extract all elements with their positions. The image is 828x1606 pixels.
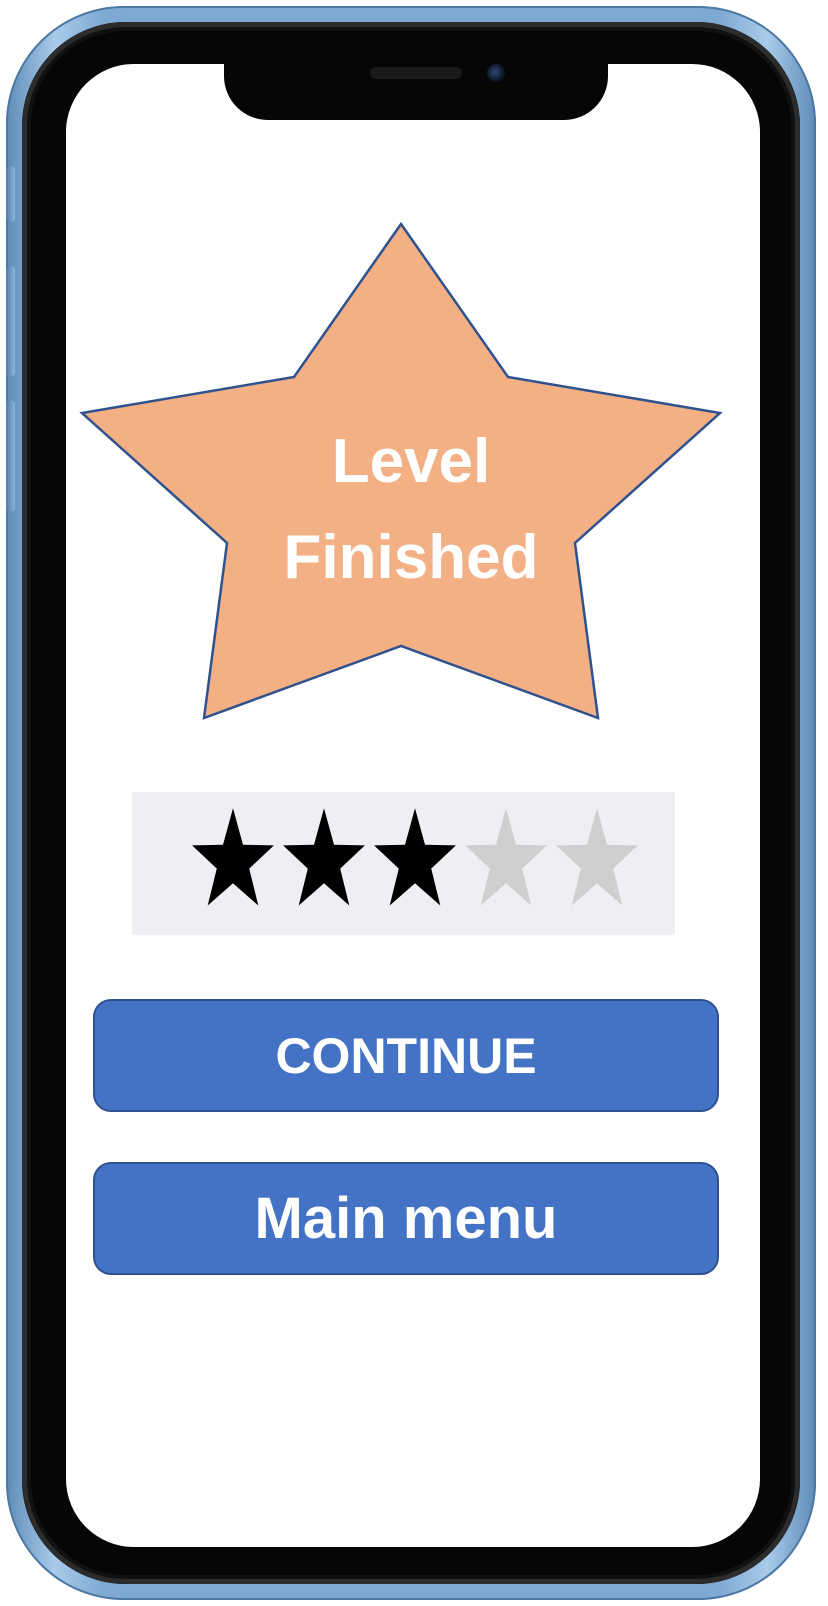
phone-screen: Level Finished CONTINUE Main menu	[66, 64, 760, 1547]
filled-star-icon	[192, 808, 274, 906]
filled-star-icon	[283, 808, 365, 906]
silent-switch	[6, 166, 15, 222]
main-menu-button[interactable]: Main menu	[93, 1162, 719, 1275]
title-line-2: Finished	[283, 523, 539, 592]
star-rating	[132, 792, 675, 935]
empty-star-icon	[556, 808, 638, 906]
level-finished-title: Level Finished	[261, 414, 561, 606]
star-rating-icons	[192, 808, 638, 906]
volume-down-button	[6, 401, 15, 511]
volume-up-button	[6, 266, 15, 376]
filled-star-icon	[374, 808, 456, 906]
empty-star-icon	[465, 808, 547, 906]
continue-button[interactable]: CONTINUE	[93, 999, 719, 1112]
title-line-1: Level	[331, 427, 491, 496]
